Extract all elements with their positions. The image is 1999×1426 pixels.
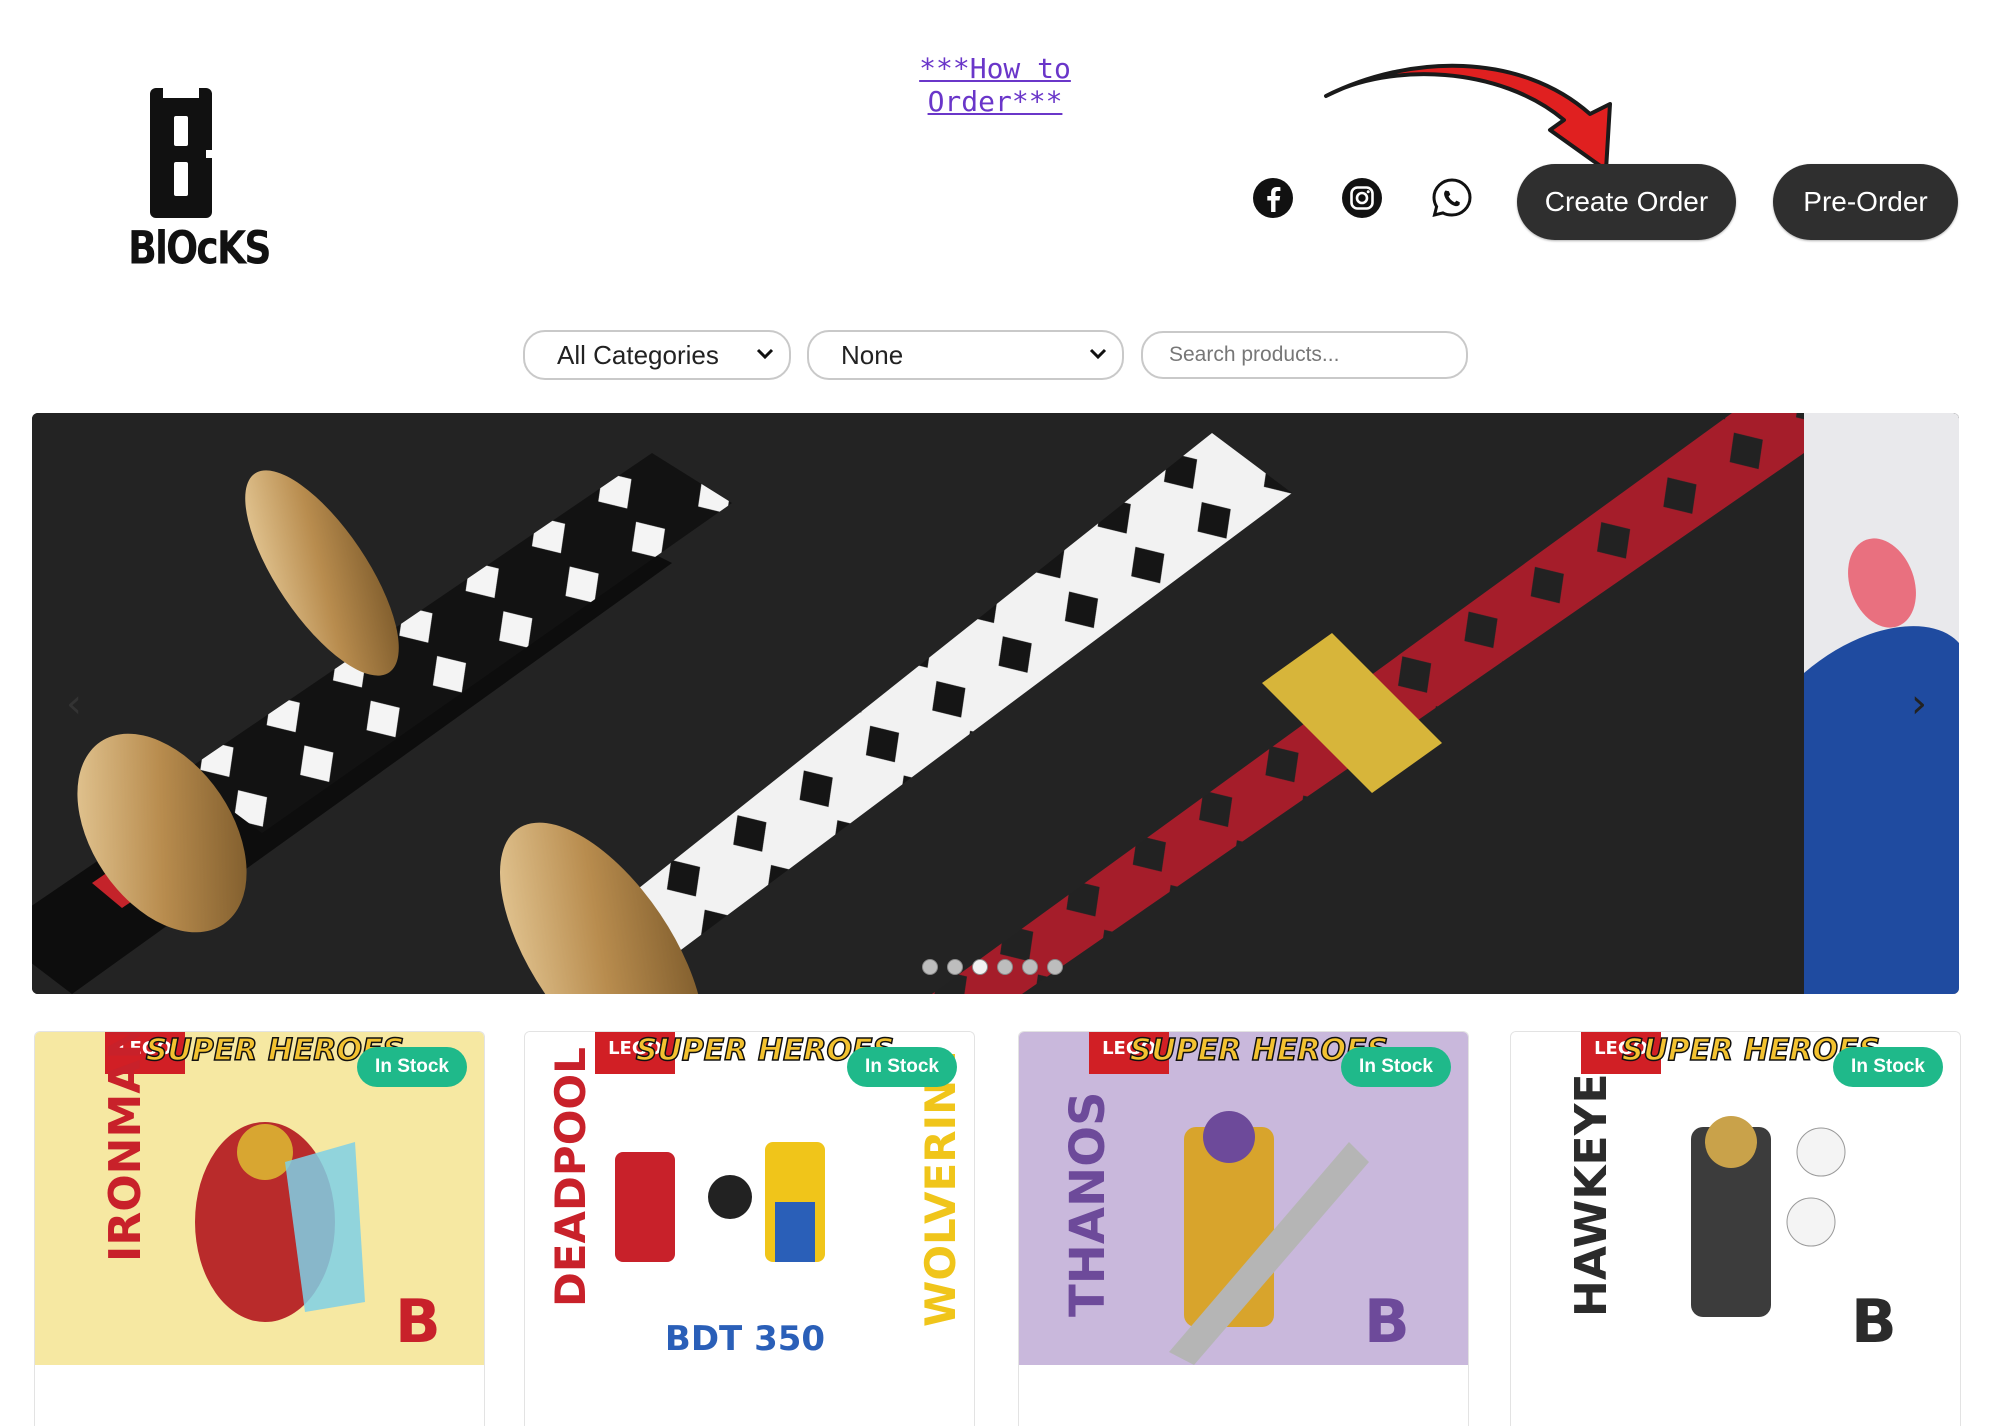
carousel-prev-button[interactable]: ‹	[66, 681, 82, 727]
product-title-art-2: WOLVERINE	[916, 1051, 965, 1327]
banner-carousel[interactable]: ‹ ›	[32, 413, 1959, 994]
in-stock-badge: In Stock	[847, 1047, 957, 1087]
product-title-art: HAWKEYE	[1566, 1073, 1617, 1317]
carousel-dot[interactable]	[1022, 959, 1038, 975]
instagram-icon[interactable]	[1340, 176, 1384, 220]
carousel-dot[interactable]	[922, 959, 938, 975]
sort-select[interactable]: None	[807, 330, 1124, 380]
carousel-dot[interactable]	[947, 959, 963, 975]
sort-select-value: None	[841, 339, 904, 370]
category-select[interactable]: All Categories	[523, 330, 791, 380]
category-select-value: All Categories	[557, 339, 719, 370]
chevron-down-icon	[756, 348, 774, 360]
product-title-art: THANOS	[1060, 1091, 1116, 1317]
blocks-logo[interactable]: BlOcKS	[128, 88, 272, 278]
page: ***How to Order*** BlOcKS Create Order P…	[0, 0, 1999, 1426]
product-card[interactable]: LEGO SUPER HEROES THANOS B In Stock	[1018, 1031, 1469, 1426]
in-stock-badge: In Stock	[1833, 1047, 1943, 1087]
svg-text:B: B	[1851, 1287, 1897, 1357]
create-order-button[interactable]: Create Order	[1517, 164, 1736, 240]
carousel-dot[interactable]	[997, 959, 1013, 975]
logo-mark	[150, 88, 212, 218]
how-to-order-link[interactable]: ***How to Order***	[855, 52, 1135, 118]
red-arrow-annotation	[1324, 63, 1612, 172]
banner-image-katana-handles	[32, 413, 1959, 994]
svg-text:B: B	[1364, 1287, 1410, 1357]
product-card[interactable]: LEGO SUPER HEROES DEADPOOL WOLVERINE BDT…	[524, 1031, 975, 1426]
whatsapp-icon[interactable]	[1430, 176, 1474, 220]
in-stock-badge: In Stock	[1341, 1047, 1451, 1087]
price-art: BDT 350	[665, 1319, 825, 1359]
search-input[interactable]: Search products...	[1141, 331, 1468, 379]
chevron-down-icon	[1089, 348, 1107, 360]
carousel-next-button[interactable]: ›	[1911, 681, 1927, 727]
product-card[interactable]: LEGO SUPER HEROES IRONMAN B In Stock	[34, 1031, 485, 1426]
logo-text: BlOcKS	[128, 221, 272, 275]
search-placeholder: Search products...	[1169, 343, 1340, 366]
product-title-art: DEADPOOL	[546, 1047, 595, 1307]
facebook-icon[interactable]	[1251, 176, 1295, 220]
svg-text:B: B	[395, 1287, 441, 1357]
carousel-dot-active[interactable]	[972, 959, 988, 975]
in-stock-badge: In Stock	[357, 1047, 467, 1087]
product-title-art: IRONMAN	[100, 1032, 151, 1262]
product-card[interactable]: LEGO SUPER HEROES HAWKEYE B In Stock	[1510, 1031, 1961, 1426]
carousel-dot[interactable]	[1047, 959, 1063, 975]
pre-order-button[interactable]: Pre-Order	[1773, 164, 1958, 240]
carousel-dots	[922, 959, 1063, 975]
